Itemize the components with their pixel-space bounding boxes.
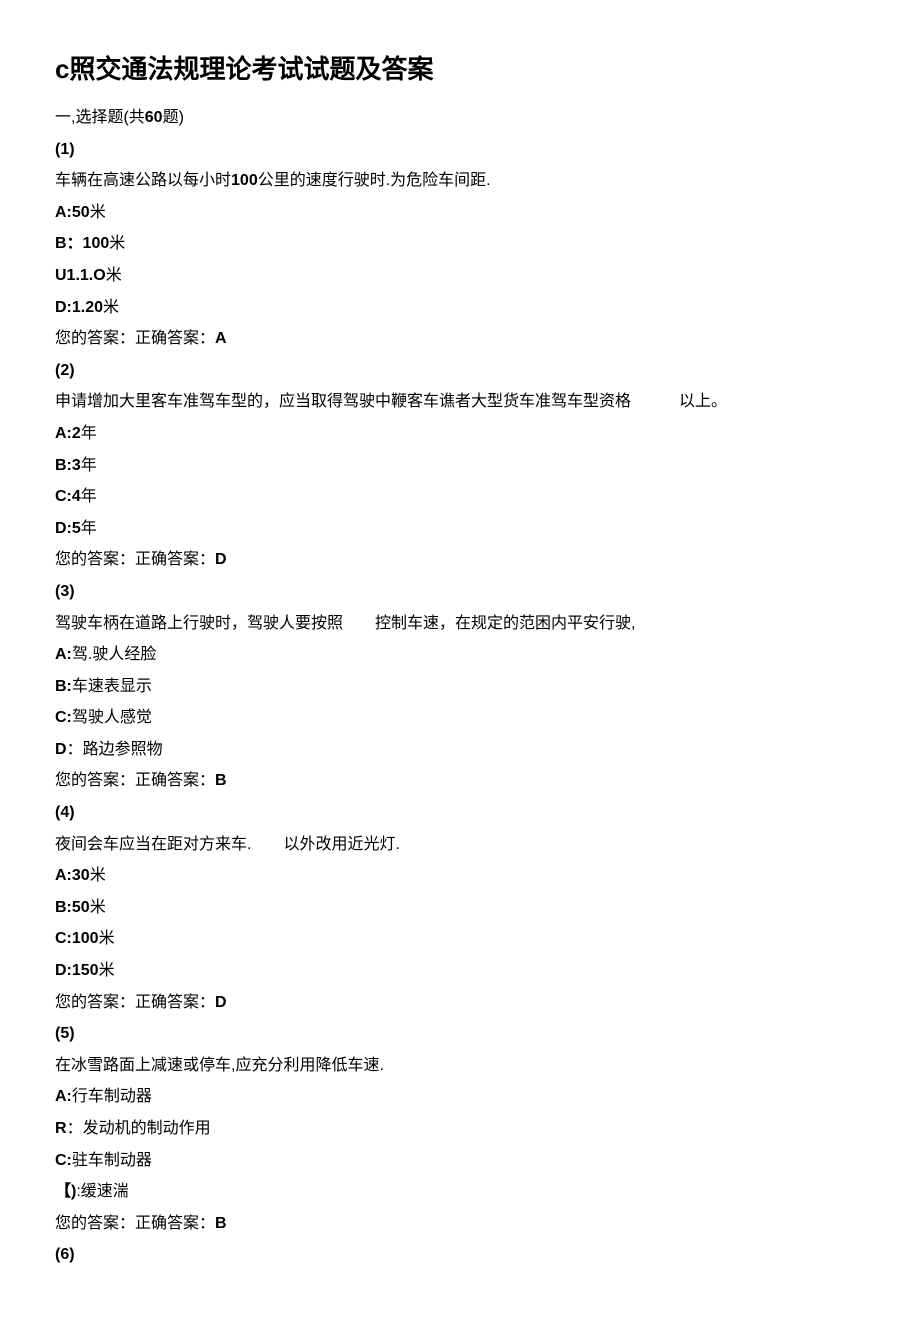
option-suffix: 驾.驶人经脸 xyxy=(72,646,156,663)
option-c: C:100米 xyxy=(55,924,865,954)
section-suffix: 题) xyxy=(163,109,184,126)
option-suffix: :缓速湍 xyxy=(76,1183,128,1200)
option-c: U1.1.O米 xyxy=(55,261,865,291)
option-b: R：发动机的制动作用 xyxy=(55,1114,865,1144)
option-b: B：100米 xyxy=(55,229,865,259)
correct-answer: B xyxy=(215,1215,227,1232)
option-label: C: xyxy=(55,1152,72,1169)
option-a: A:行车制动器 xyxy=(55,1082,865,1112)
answer-line: 您的答案：正确答案：D xyxy=(55,988,865,1018)
option-b: B:50米 xyxy=(55,893,865,923)
answer-label: 您的答案：正确答案： xyxy=(55,1215,215,1232)
correct-answer: A xyxy=(215,330,227,347)
question-text: 申请增加大里客车准驾车型的，应当取得驾驶中鞭客车谯者大型货车准驾车型资格 以上。 xyxy=(55,387,865,417)
option-label: A:2 xyxy=(55,425,81,442)
option-suffix: ：发动机的制动作用 xyxy=(67,1120,211,1137)
option-label: B: xyxy=(55,678,72,695)
answer-label: 您的答案：正确答案： xyxy=(55,772,215,789)
option-label: C: xyxy=(55,709,72,726)
option-suffix: 米 xyxy=(90,204,106,221)
question-number: (2) xyxy=(55,356,865,386)
option-label: A: xyxy=(55,646,72,663)
option-suffix: 米 xyxy=(106,267,122,284)
question-number: (3) xyxy=(55,577,865,607)
option-label: A: xyxy=(55,1088,72,1105)
answer-label: 您的答案：正确答案： xyxy=(55,551,215,568)
option-d: D:5年 xyxy=(55,514,865,544)
correct-answer: B xyxy=(215,772,227,789)
question-text: 车辆在高速公路以每小时100公里的速度行驶时.为危险车间距. xyxy=(55,166,865,196)
section-count: 60 xyxy=(145,109,163,126)
question-number: (6) xyxy=(55,1240,865,1270)
answer-line: 您的答案：正确答案：D xyxy=(55,545,865,575)
option-suffix: 驻车制动器 xyxy=(72,1152,152,1169)
option-a: A:2年 xyxy=(55,419,865,449)
option-label: C:4 xyxy=(55,488,81,505)
question-text: 夜间会车应当在距对方来车. 以外改用近光灯. xyxy=(55,830,865,860)
question-text: 在冰雪路面上减速或停车,应充分利用降低车速. xyxy=(55,1051,865,1081)
answer-line: 您的答案：正确答案：B xyxy=(55,766,865,796)
answer-label: 您的答案：正确答案： xyxy=(55,330,215,347)
option-label: U1.1.O xyxy=(55,267,106,284)
option-suffix: 驾驶人感觉 xyxy=(72,709,152,726)
question-number: (5) xyxy=(55,1019,865,1049)
option-label: B：100 xyxy=(55,235,109,252)
option-suffix: 年 xyxy=(81,520,97,537)
option-suffix: 米 xyxy=(103,299,119,316)
option-label: A:30 xyxy=(55,867,90,884)
correct-answer: D xyxy=(215,994,227,1011)
option-suffix: 年 xyxy=(81,425,97,442)
question-text: 驾驶车柄在道路上行驶时，驾驶人要按照 控制车速，在规定的范困内平安行驶, xyxy=(55,609,865,639)
q-text-suffix: 公里的速度行驶时.为危险车间距. xyxy=(258,172,491,189)
option-suffix: 年 xyxy=(81,457,97,474)
answer-label: 您的答案：正确答案： xyxy=(55,994,215,1011)
option-label: B:50 xyxy=(55,899,90,916)
option-d: D:1.20米 xyxy=(55,293,865,323)
q-text-bold: 100 xyxy=(231,172,258,189)
q-text-prefix: 车辆在高速公路以每小时 xyxy=(55,172,231,189)
answer-line: 您的答案：正确答案：A xyxy=(55,324,865,354)
option-label: A:50 xyxy=(55,204,90,221)
option-d: D：路边参照物 xyxy=(55,735,865,765)
option-suffix: 车速表显示 xyxy=(72,678,152,695)
option-label: C:100 xyxy=(55,930,99,947)
option-suffix: ：路边参照物 xyxy=(67,741,163,758)
question-number: (4) xyxy=(55,798,865,828)
option-d: D:150米 xyxy=(55,956,865,986)
option-a: A:50米 xyxy=(55,198,865,228)
option-label: 【) xyxy=(55,1183,76,1200)
option-suffix: 米 xyxy=(90,899,106,916)
option-label: R xyxy=(55,1120,67,1137)
option-c: C:4年 xyxy=(55,482,865,512)
option-label: B:3 xyxy=(55,457,81,474)
option-suffix: 米 xyxy=(109,235,125,252)
option-label: D xyxy=(55,741,67,758)
option-c: C:驻车制动器 xyxy=(55,1146,865,1176)
option-b: B:车速表显示 xyxy=(55,672,865,702)
option-suffix: 米 xyxy=(99,930,115,947)
option-suffix: 米 xyxy=(90,867,106,884)
section-prefix: 一,选择题(共 xyxy=(55,109,145,126)
option-d: 【):缓速湍 xyxy=(55,1177,865,1207)
correct-answer: D xyxy=(215,551,227,568)
option-a: A:驾.驶人经脸 xyxy=(55,640,865,670)
option-label: D:5 xyxy=(55,520,81,537)
option-label: D:1.20 xyxy=(55,299,103,316)
option-c: C:驾驶人感觉 xyxy=(55,703,865,733)
answer-line: 您的答案：正确答案：B xyxy=(55,1209,865,1239)
option-suffix: 米 xyxy=(99,962,115,979)
option-suffix: 年 xyxy=(81,488,97,505)
option-label: D:150 xyxy=(55,962,99,979)
option-b: B:3年 xyxy=(55,451,865,481)
section-intro: 一,选择题(共60题) xyxy=(55,103,865,133)
page-title: c照交通法规理论考试试题及答案 xyxy=(55,50,865,89)
option-a: A:30米 xyxy=(55,861,865,891)
question-number: (1) xyxy=(55,135,865,165)
option-suffix: 行车制动器 xyxy=(72,1088,152,1105)
